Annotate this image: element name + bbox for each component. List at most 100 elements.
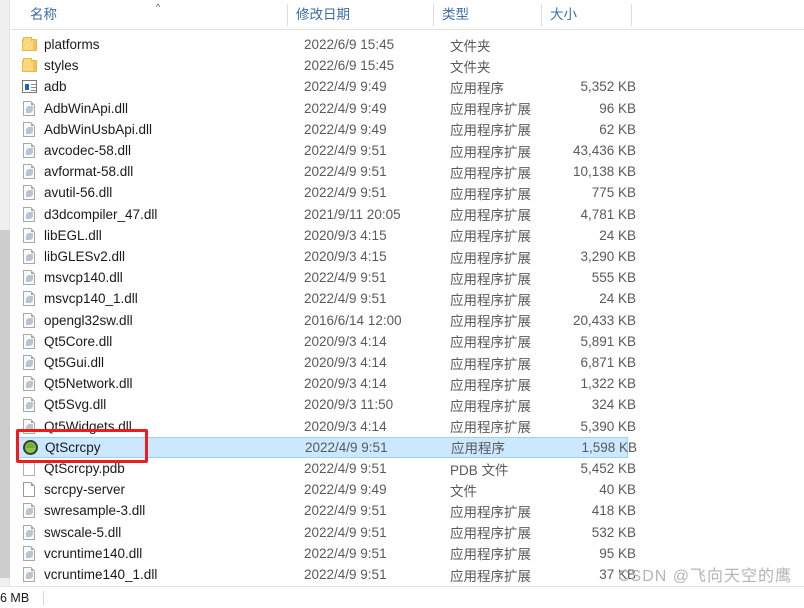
dll-icon [18,544,40,562]
vertical-scrollbar[interactable]: ⌄ [0,0,10,596]
file-size-cell: 24 KB [599,227,636,243]
file-row[interactable]: libGLESv2.dll 2020/9/3 4:15 应用程序扩展 3,290 KB [18,246,636,267]
file-name-cell[interactable]: QtScrcpy [19,438,291,456]
file-date-cell: 2022/4/9 9:51 [304,164,387,180]
file-type-cell: 应用程序扩展 [450,504,531,520]
file-row[interactable]: AdbWinApi.dll 2022/4/9 9:49 应用程序扩展 96 KB [18,98,636,119]
file-row[interactable]: vcruntime140.dll 2022/4/9 9:51 应用程序扩展 95 KB [18,543,636,564]
file-row[interactable]: opengl32sw.dll 2016/6/14 12:00 应用程序扩展 20,43… [18,310,636,331]
file-row[interactable]: styles 2022/6/9 15:45 文件夹 [18,55,628,76]
file-name-label: msvcp140.dll [44,270,123,286]
file-name-cell[interactable]: avformat-58.dll [18,163,290,181]
dll-icon [18,375,40,393]
file-row[interactable]: Qt5Svg.dll 2020/9/3 11:50 应用程序扩展 324 KB [18,394,636,415]
dll-icon [18,332,40,350]
file-name-label: Qt5Widgets.dll [44,418,132,434]
file-name-cell[interactable]: platforms [18,36,290,54]
file-size-cell: 4,781 KB [580,206,636,222]
dll-icon [18,226,40,244]
file-date-cell: 2022/4/9 9:51 [304,524,387,540]
file-name-cell[interactable]: Qt5Gui.dll [18,354,290,372]
file-name-cell[interactable]: AdbWinUsbApi.dll [18,120,290,138]
column-header-bar: 名称 ^ 修改日期 类型 大小 [11,0,804,30]
file-name-cell[interactable]: QtScrcpy.pdb [18,460,290,478]
application-icon [18,78,40,96]
file-name-cell[interactable]: msvcp140_1.dll [18,290,290,308]
file-name-cell[interactable]: d3dcompiler_47.dll [18,205,290,223]
file-name-cell[interactable]: adb [18,78,290,96]
file-name-cell[interactable]: AdbWinApi.dll [18,99,290,117]
file-name-cell[interactable]: swresample-3.dll [18,502,290,520]
file-name-label: platforms [44,37,100,52]
dll-icon [18,163,40,181]
file-row[interactable]: adb 2022/4/9 9:49 应用程序 5,352 KB [18,76,636,97]
file-row[interactable]: Qt5Network.dll 2020/9/3 4:14 应用程序扩展 1,322 K… [18,373,636,394]
android-app-icon [19,438,41,456]
file-row[interactable]: libEGL.dll 2020/9/3 4:15 应用程序扩展 24 KB [18,225,636,246]
file-date-cell: 2020/9/3 4:15 [304,227,387,243]
file-name-cell[interactable]: avutil-56.dll [18,184,290,202]
file-type-cell: 文件夹 [450,38,491,54]
file-name-cell[interactable]: scrcpy-server [18,481,290,499]
file-name-cell[interactable]: vcruntime140_1.dll [18,566,290,584]
file-row[interactable]: d3dcompiler_47.dll 2021/9/11 20:05 应用程序扩展 4… [18,204,636,225]
file-type-cell: PDB 文件 [450,462,509,478]
file-name-cell[interactable]: msvcp140.dll [18,269,290,287]
column-header-size[interactable]: 大小 [542,0,632,30]
sort-ascending-caret-icon: ^ [155,2,161,12]
file-row[interactable]: swresample-3.dll 2022/4/9 9:51 应用程序扩展 418 K… [18,500,636,521]
file-row[interactable]: platforms 2022/6/9 15:45 文件夹 [18,34,628,55]
file-row[interactable]: scrcpy-server 2022/4/9 9:49 文件 40 KB [18,479,636,500]
file-row[interactable]: Qt5Widgets.dll 2020/9/3 4:14 应用程序扩展 5,390 K… [18,416,636,437]
file-name-label: libEGL.dll [44,227,102,243]
file-row[interactable]: QtScrcpy 2022/4/9 9:51 应用程序 1,598 KB [18,436,637,458]
file-date-cell: 2022/4/9 9:51 [305,439,388,455]
file-row[interactable]: avformat-58.dll 2022/4/9 9:51 应用程序扩展 10,138… [18,161,636,182]
file-name-cell[interactable]: libGLESv2.dll [18,248,290,266]
scrollbar-thumb[interactable] [0,230,10,578]
file-row[interactable]: Qt5Gui.dll 2020/9/3 4:14 应用程序扩展 6,871 KB [18,352,636,373]
file-row[interactable]: vcruntime140_1.dll 2022/4/9 9:51 应用程序扩展 37 … [18,564,636,585]
file-name-cell[interactable]: opengl32sw.dll [18,311,290,329]
file-size-cell: 532 KB [591,524,636,540]
file-row[interactable]: AdbWinUsbApi.dll 2022/4/9 9:49 应用程序扩展 62 KB [18,119,636,140]
file-row[interactable]: msvcp140_1.dll 2022/4/9 9:51 应用程序扩展 24 KB [18,288,636,309]
file-row[interactable]: QtScrcpy.pdb 2022/4/9 9:51 PDB 文件 5,452 KB [18,458,636,479]
file-name-label: AdbWinApi.dll [44,100,129,116]
file-row[interactable]: avutil-56.dll 2022/4/9 9:51 应用程序扩展 775 KB [18,182,636,203]
file-row[interactable]: avcodec-58.dll 2022/4/9 9:51 应用程序扩展 43,436 … [18,140,636,161]
file-size-cell: 1,598 KB [581,439,637,455]
file-name-cell[interactable]: Qt5Network.dll [18,375,290,393]
file-type-cell: 应用程序扩展 [450,271,531,287]
file-name-cell[interactable]: vcruntime140.dll [18,544,290,562]
file-name-cell[interactable]: libEGL.dll [18,226,290,244]
column-header-type[interactable]: 类型 [434,0,542,30]
file-name-cell[interactable]: Qt5Svg.dll [18,396,290,414]
file-date-cell: 2020/9/3 4:14 [304,418,387,434]
file-date-cell: 2022/4/9 9:49 [304,79,387,95]
file-date-cell: 2022/4/9 9:51 [304,291,387,307]
file-row[interactable]: swscale-5.dll 2022/4/9 9:51 应用程序扩展 532 KB [18,522,636,543]
file-date-cell: 2020/9/3 11:50 [304,397,394,413]
file-row[interactable]: msvcp140.dll 2022/4/9 9:51 应用程序扩展 555 KB [18,267,636,288]
file-name-cell[interactable]: Qt5Core.dll [18,332,290,350]
dll-icon [18,142,40,160]
dll-icon [18,566,40,584]
file-name-cell[interactable]: Qt5Widgets.dll [18,417,290,435]
file-date-cell: 2022/4/9 9:51 [304,143,387,158]
column-header-date-modified[interactable]: 修改日期 [288,0,434,30]
column-divider[interactable] [631,4,632,26]
file-size-cell: 3,290 KB [580,249,636,264]
file-type-cell: 应用程序扩展 [450,568,531,584]
file-date-cell: 2022/4/9 9:49 [304,482,387,498]
file-name-cell[interactable]: styles [18,57,290,75]
file-date-cell: 2022/4/9 9:49 [304,121,387,137]
dll-icon [18,248,40,266]
column-header-date-label: 修改日期 [296,7,350,22]
file-list[interactable]: platforms 2022/6/9 15:45 文件夹 styles 2022/6/9… [11,31,804,596]
file-name-cell[interactable]: avcodec-58.dll [18,142,290,160]
file-name-cell[interactable]: swscale-5.dll [18,523,290,541]
file-row[interactable]: Qt5Core.dll 2020/9/3 4:14 应用程序扩展 5,891 KB [18,331,636,352]
folder-icon [18,57,40,75]
plain-file-icon [18,481,40,499]
